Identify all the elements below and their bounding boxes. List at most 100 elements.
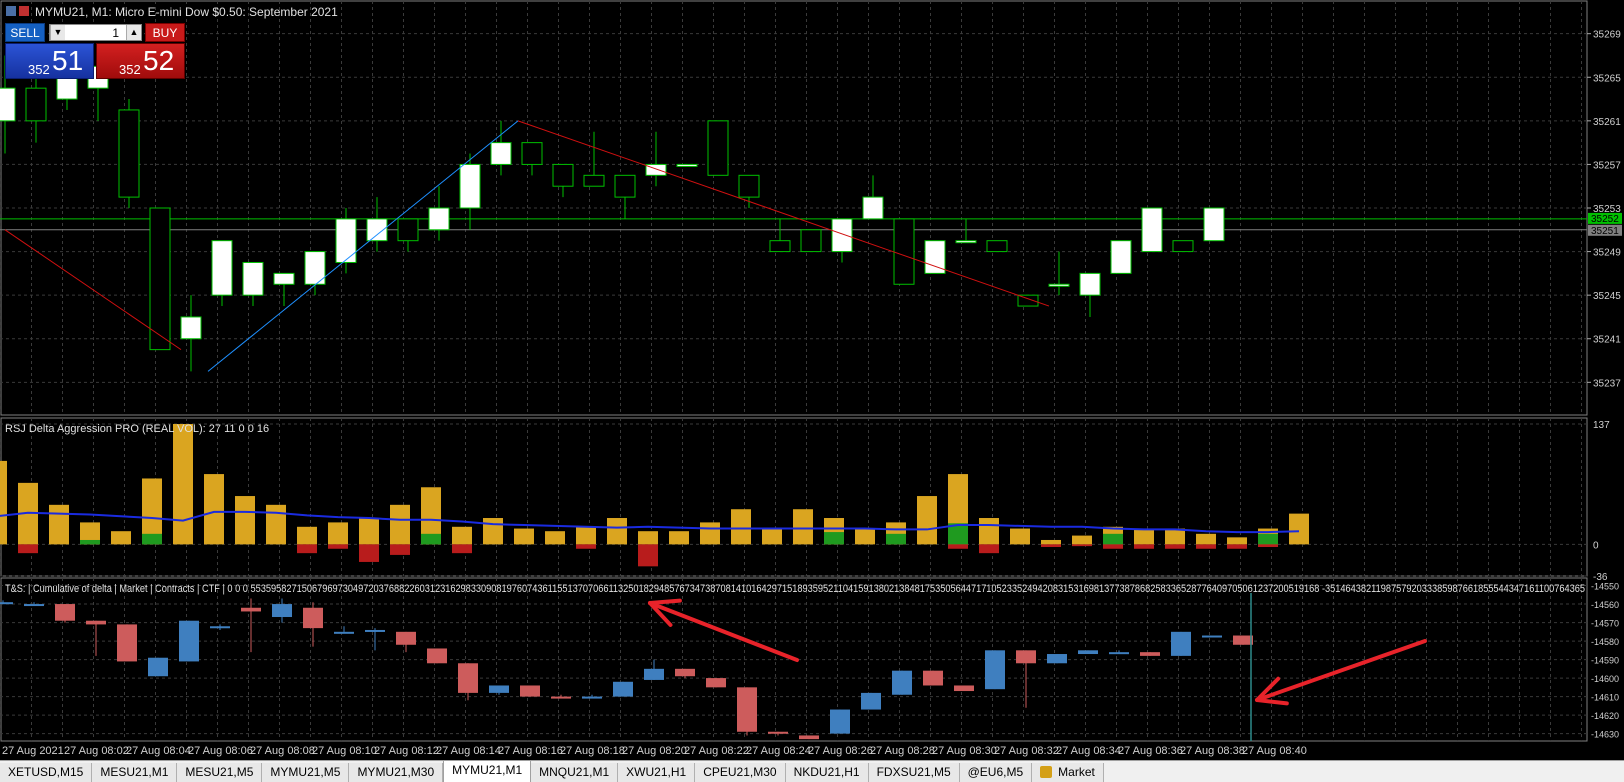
price-candle [1172, 240, 1194, 253]
time-axis-label: 27 Aug 2021 [2, 745, 64, 757]
time-axis-label: 27 Aug 08:16 [498, 745, 563, 757]
price-axis-label: 35241 [1593, 335, 1621, 346]
volume-bar [1041, 539, 1061, 545]
time-axis-label: 27 Aug 08:04 [126, 745, 191, 757]
indicator2-title: T&S: | Cumulative of delta | Market | Co… [5, 583, 1585, 595]
chart-window[interactable]: 27 Aug 2021 27 Aug 08:02 27 Aug 08:04 27 Au… [0, 0, 1624, 760]
volume-bars [0, 424, 1309, 567]
volume-bar [1072, 535, 1092, 545]
delta-candle [86, 620, 106, 625]
delta-candle [1171, 631, 1191, 656]
price-axis-label: 35245 [1593, 291, 1621, 302]
buy-volume-bar [1103, 533, 1123, 545]
delta-candle [706, 678, 726, 688]
moving-average-line [0, 510, 1300, 534]
sell-volume-bar [390, 544, 410, 555]
price-candle [211, 240, 233, 296]
time-axis-label: 27 Aug 08:10 [312, 745, 377, 757]
delta-candle [427, 648, 447, 664]
chart-tab[interactable]: MESU21,M5 [177, 763, 263, 782]
time-axis-label: 27 Aug 08:38 [1180, 745, 1245, 757]
indicator2-axis-label: -14620 [1591, 711, 1619, 721]
sell-price-box[interactable]: 352 51 [5, 43, 94, 79]
chart-tab[interactable]: @EU6,M5 [959, 763, 1033, 782]
delta-candle [365, 629, 385, 632]
volume-bar [483, 518, 503, 545]
chart-tab-label: MESU21,M5 [185, 765, 254, 779]
chart-tab-label: Market [1058, 765, 1095, 779]
trend-line [207, 120, 519, 372]
volume-bar [49, 504, 69, 545]
indicator1-title: RSJ Delta Aggression PRO (REAL VOL): 27 … [5, 423, 269, 435]
price-axis-label: 35257 [1593, 160, 1621, 171]
buy-price-box[interactable]: 352 52 [96, 43, 185, 79]
buy-price-prefix: 352 [119, 62, 141, 77]
delta-candle [1140, 652, 1160, 656]
price-axis-label: 35269 [1593, 30, 1621, 41]
chart-tab[interactable]: MNQU21,M1 [531, 763, 619, 782]
lot-increase-icon[interactable]: ▲ [126, 25, 141, 40]
chart-tab-bar: XETUSD,M15 MESU21,M1 MESU21,M5 MYMU21,M5 MYM… [0, 760, 1624, 782]
buy-volume-bar [886, 533, 906, 545]
buy-price-main: 52 [143, 45, 175, 76]
chart-tab-label: MYMU21,M5 [270, 765, 341, 779]
delta-candle [1233, 635, 1253, 645]
chart-tab[interactable]: CPEU21,M30 [695, 763, 786, 782]
price-axis-label: 35265 [1593, 73, 1621, 84]
lot-size-value: 1 [112, 26, 119, 40]
time-axis-label: 27 Aug 08:40 [1242, 745, 1307, 757]
delta-candle [551, 696, 571, 699]
volume-bar [1196, 533, 1216, 545]
time-axis-label: 27 Aug 08:18 [560, 745, 625, 757]
buy-button[interactable]: BUY [145, 23, 185, 42]
sell-volume-bar [452, 544, 472, 554]
price-candle [738, 174, 760, 198]
sell-volume-bar [979, 544, 999, 554]
indicator2-axis-label: -14600 [1591, 674, 1619, 684]
sell-volume-bar [18, 544, 38, 554]
indicator2-axis-label: -14610 [1591, 693, 1619, 703]
time-axis-label: 27 Aug 08:20 [622, 745, 687, 757]
window-title: MYMU21, M1: Micro E-mini Dow $0.50: Sept… [35, 5, 338, 19]
chart-tab[interactable]: MYMU21,M5 [262, 763, 350, 782]
lot-decrease-icon[interactable]: ▼ [50, 25, 65, 40]
chart-canvas[interactable]: 27 Aug 2021 27 Aug 08:0227 Aug 08:0427 Au… [0, 0, 1624, 760]
delta-candle [985, 650, 1005, 690]
price-candle [800, 229, 822, 253]
sell-button[interactable]: SELL [5, 23, 45, 42]
chart-tab[interactable]: Market [1032, 763, 1104, 782]
price-candle [428, 207, 450, 231]
chart-tab[interactable]: XETUSD,M15 [0, 763, 93, 782]
volume-bar [1165, 528, 1185, 545]
buy-volume-bar [1258, 533, 1278, 545]
delta-candle [0, 602, 13, 605]
price-candle [1079, 272, 1101, 296]
lot-size-input[interactable]: ▼ 1 ▲ [49, 24, 142, 41]
chart-tab[interactable]: MYMU21,M30 [349, 763, 444, 782]
volume-bar [1227, 537, 1247, 545]
time-axis-label: 27 Aug 08:08 [250, 745, 315, 757]
chart-tab[interactable]: FDXSU21,M5 [868, 763, 960, 782]
time-axis-label: 27 Aug 08:30 [932, 745, 997, 757]
chart-tab-label: NKDU21,H1 [793, 765, 860, 779]
chart-tab[interactable]: XWU21,H1 [618, 763, 696, 782]
chart-tab[interactable]: NKDU21,H1 [785, 763, 869, 782]
volume-bar [297, 526, 317, 545]
chart-tab[interactable]: MYMU21,M1 [443, 761, 532, 782]
bid-price-label: 35252 [1591, 214, 1619, 225]
sell-volume-bar [1134, 544, 1154, 549]
volume-bar [979, 518, 999, 545]
sell-volume-bar [1072, 544, 1092, 547]
sell-volume-bar [297, 544, 317, 554]
sell-volume-bar [948, 544, 968, 549]
volume-bar [917, 496, 937, 545]
price-candle [490, 142, 512, 165]
volume-bar [173, 424, 193, 545]
indicator2-axis-label: -14560 [1591, 600, 1619, 610]
chart-icon [19, 6, 29, 16]
chart-tab[interactable]: MESU21,M1 [92, 763, 178, 782]
price-candle [149, 207, 171, 351]
price-candle [25, 87, 47, 122]
chart-tab-label: XWU21,H1 [626, 765, 687, 779]
delta-candle [303, 607, 323, 629]
